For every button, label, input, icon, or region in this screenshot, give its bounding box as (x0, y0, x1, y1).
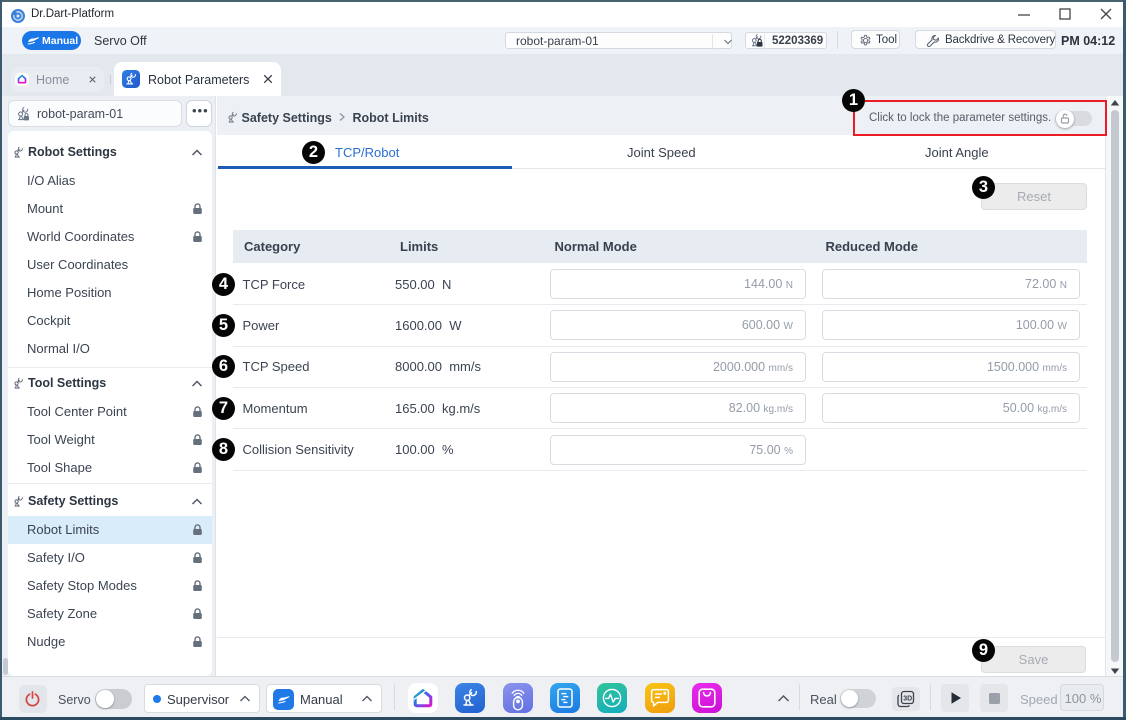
svg-text:3D: 3D (903, 696, 912, 703)
